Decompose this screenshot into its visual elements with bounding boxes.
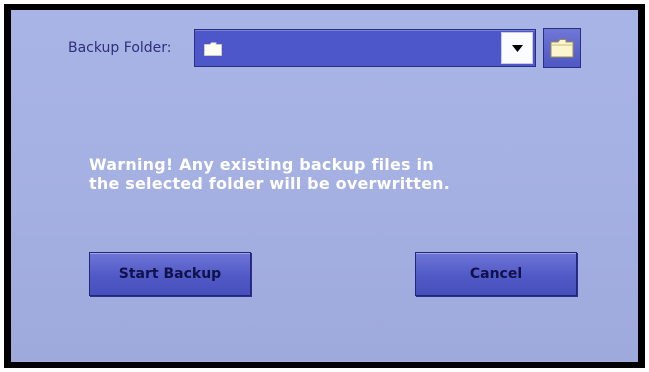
backup-folder-select[interactable] [194,29,536,67]
dropdown-button[interactable] [501,32,533,64]
start-backup-label: Start Backup [118,266,222,282]
backup-folder-label: Backup Folder: [68,40,172,56]
warning-line-1: Warning! Any existing backup files in [89,155,434,174]
cancel-button[interactable]: Cancel [415,252,577,296]
warning-line-2: the selected folder will be overwritten. [89,174,450,193]
dialog-frame: Backup Folder: Warning! Any existing bac… [4,4,645,368]
start-backup-button[interactable]: Start Backup [89,252,251,296]
folder-icon [204,42,222,56]
folder-icon [550,39,574,58]
backup-dialog: Backup Folder: Warning! Any existing bac… [11,10,638,362]
browse-folder-button[interactable] [543,28,581,68]
overwrite-warning: Warning! Any existing backup files in th… [89,155,509,193]
chevron-down-icon [511,44,523,52]
cancel-label: Cancel [469,266,523,282]
